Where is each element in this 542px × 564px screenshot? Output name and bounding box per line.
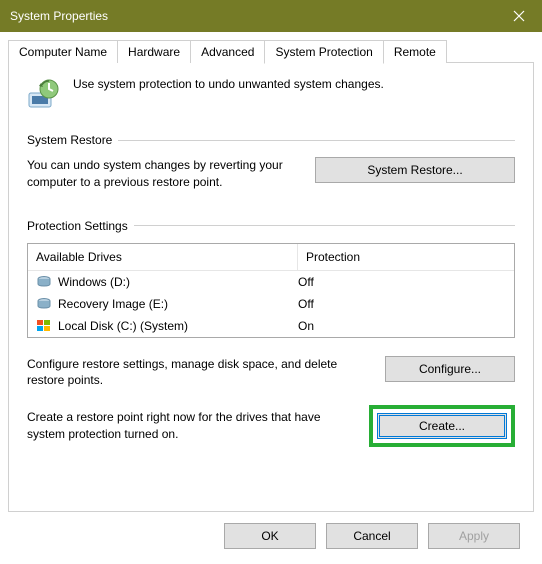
drives-table: Available Drives Protection Windows (D:)…: [27, 243, 515, 338]
drive-icon: [36, 296, 52, 312]
col-header-protection[interactable]: Protection: [298, 244, 514, 271]
drive-protection: Off: [298, 297, 506, 311]
divider: [118, 140, 515, 141]
system-restore-button[interactable]: System Restore...: [315, 157, 515, 183]
tab-remote[interactable]: Remote: [383, 40, 447, 63]
close-button[interactable]: [496, 0, 542, 32]
ok-button[interactable]: OK: [224, 523, 316, 549]
tab-advanced[interactable]: Advanced: [190, 40, 265, 63]
section-title-restore: System Restore: [27, 133, 112, 147]
intro-text: Use system protection to undo unwanted s…: [73, 77, 384, 91]
tab-strip: Computer Name Hardware Advanced System P…: [8, 40, 534, 63]
drive-row[interactable]: Local Disk (C:) (System) On: [28, 315, 514, 337]
tab-computer-name[interactable]: Computer Name: [8, 40, 118, 63]
restore-desc: You can undo system changes by reverting…: [27, 157, 295, 191]
drive-name: Windows (D:): [58, 275, 130, 289]
drive-row[interactable]: Recovery Image (E:) Off: [28, 293, 514, 315]
tab-hardware[interactable]: Hardware: [117, 40, 191, 63]
drive-row[interactable]: Windows (D:) Off: [28, 271, 514, 293]
system-protection-icon: [27, 77, 59, 109]
configure-desc: Configure restore settings, manage disk …: [27, 356, 365, 390]
create-button[interactable]: Create...: [377, 413, 507, 439]
tab-panel: Use system protection to undo unwanted s…: [8, 62, 534, 512]
close-icon: [513, 10, 525, 22]
dialog-buttons: OK Cancel Apply: [8, 513, 534, 563]
drive-icon: [36, 318, 52, 334]
drive-protection: On: [298, 319, 506, 333]
col-header-drives[interactable]: Available Drives: [28, 244, 298, 271]
configure-button[interactable]: Configure...: [385, 356, 515, 382]
drive-protection: Off: [298, 275, 506, 289]
create-highlight: Create...: [369, 405, 515, 447]
tab-system-protection[interactable]: System Protection: [264, 40, 383, 64]
divider: [134, 225, 515, 226]
apply-button: Apply: [428, 523, 520, 549]
drive-name: Recovery Image (E:): [58, 297, 168, 311]
drive-name: Local Disk (C:) (System): [58, 319, 188, 333]
create-desc: Create a restore point right now for the…: [27, 409, 349, 443]
window-title: System Properties: [10, 9, 108, 23]
section-title-protection: Protection Settings: [27, 219, 128, 233]
drive-icon: [36, 274, 52, 290]
cancel-button[interactable]: Cancel: [326, 523, 418, 549]
titlebar: System Properties: [0, 0, 542, 32]
